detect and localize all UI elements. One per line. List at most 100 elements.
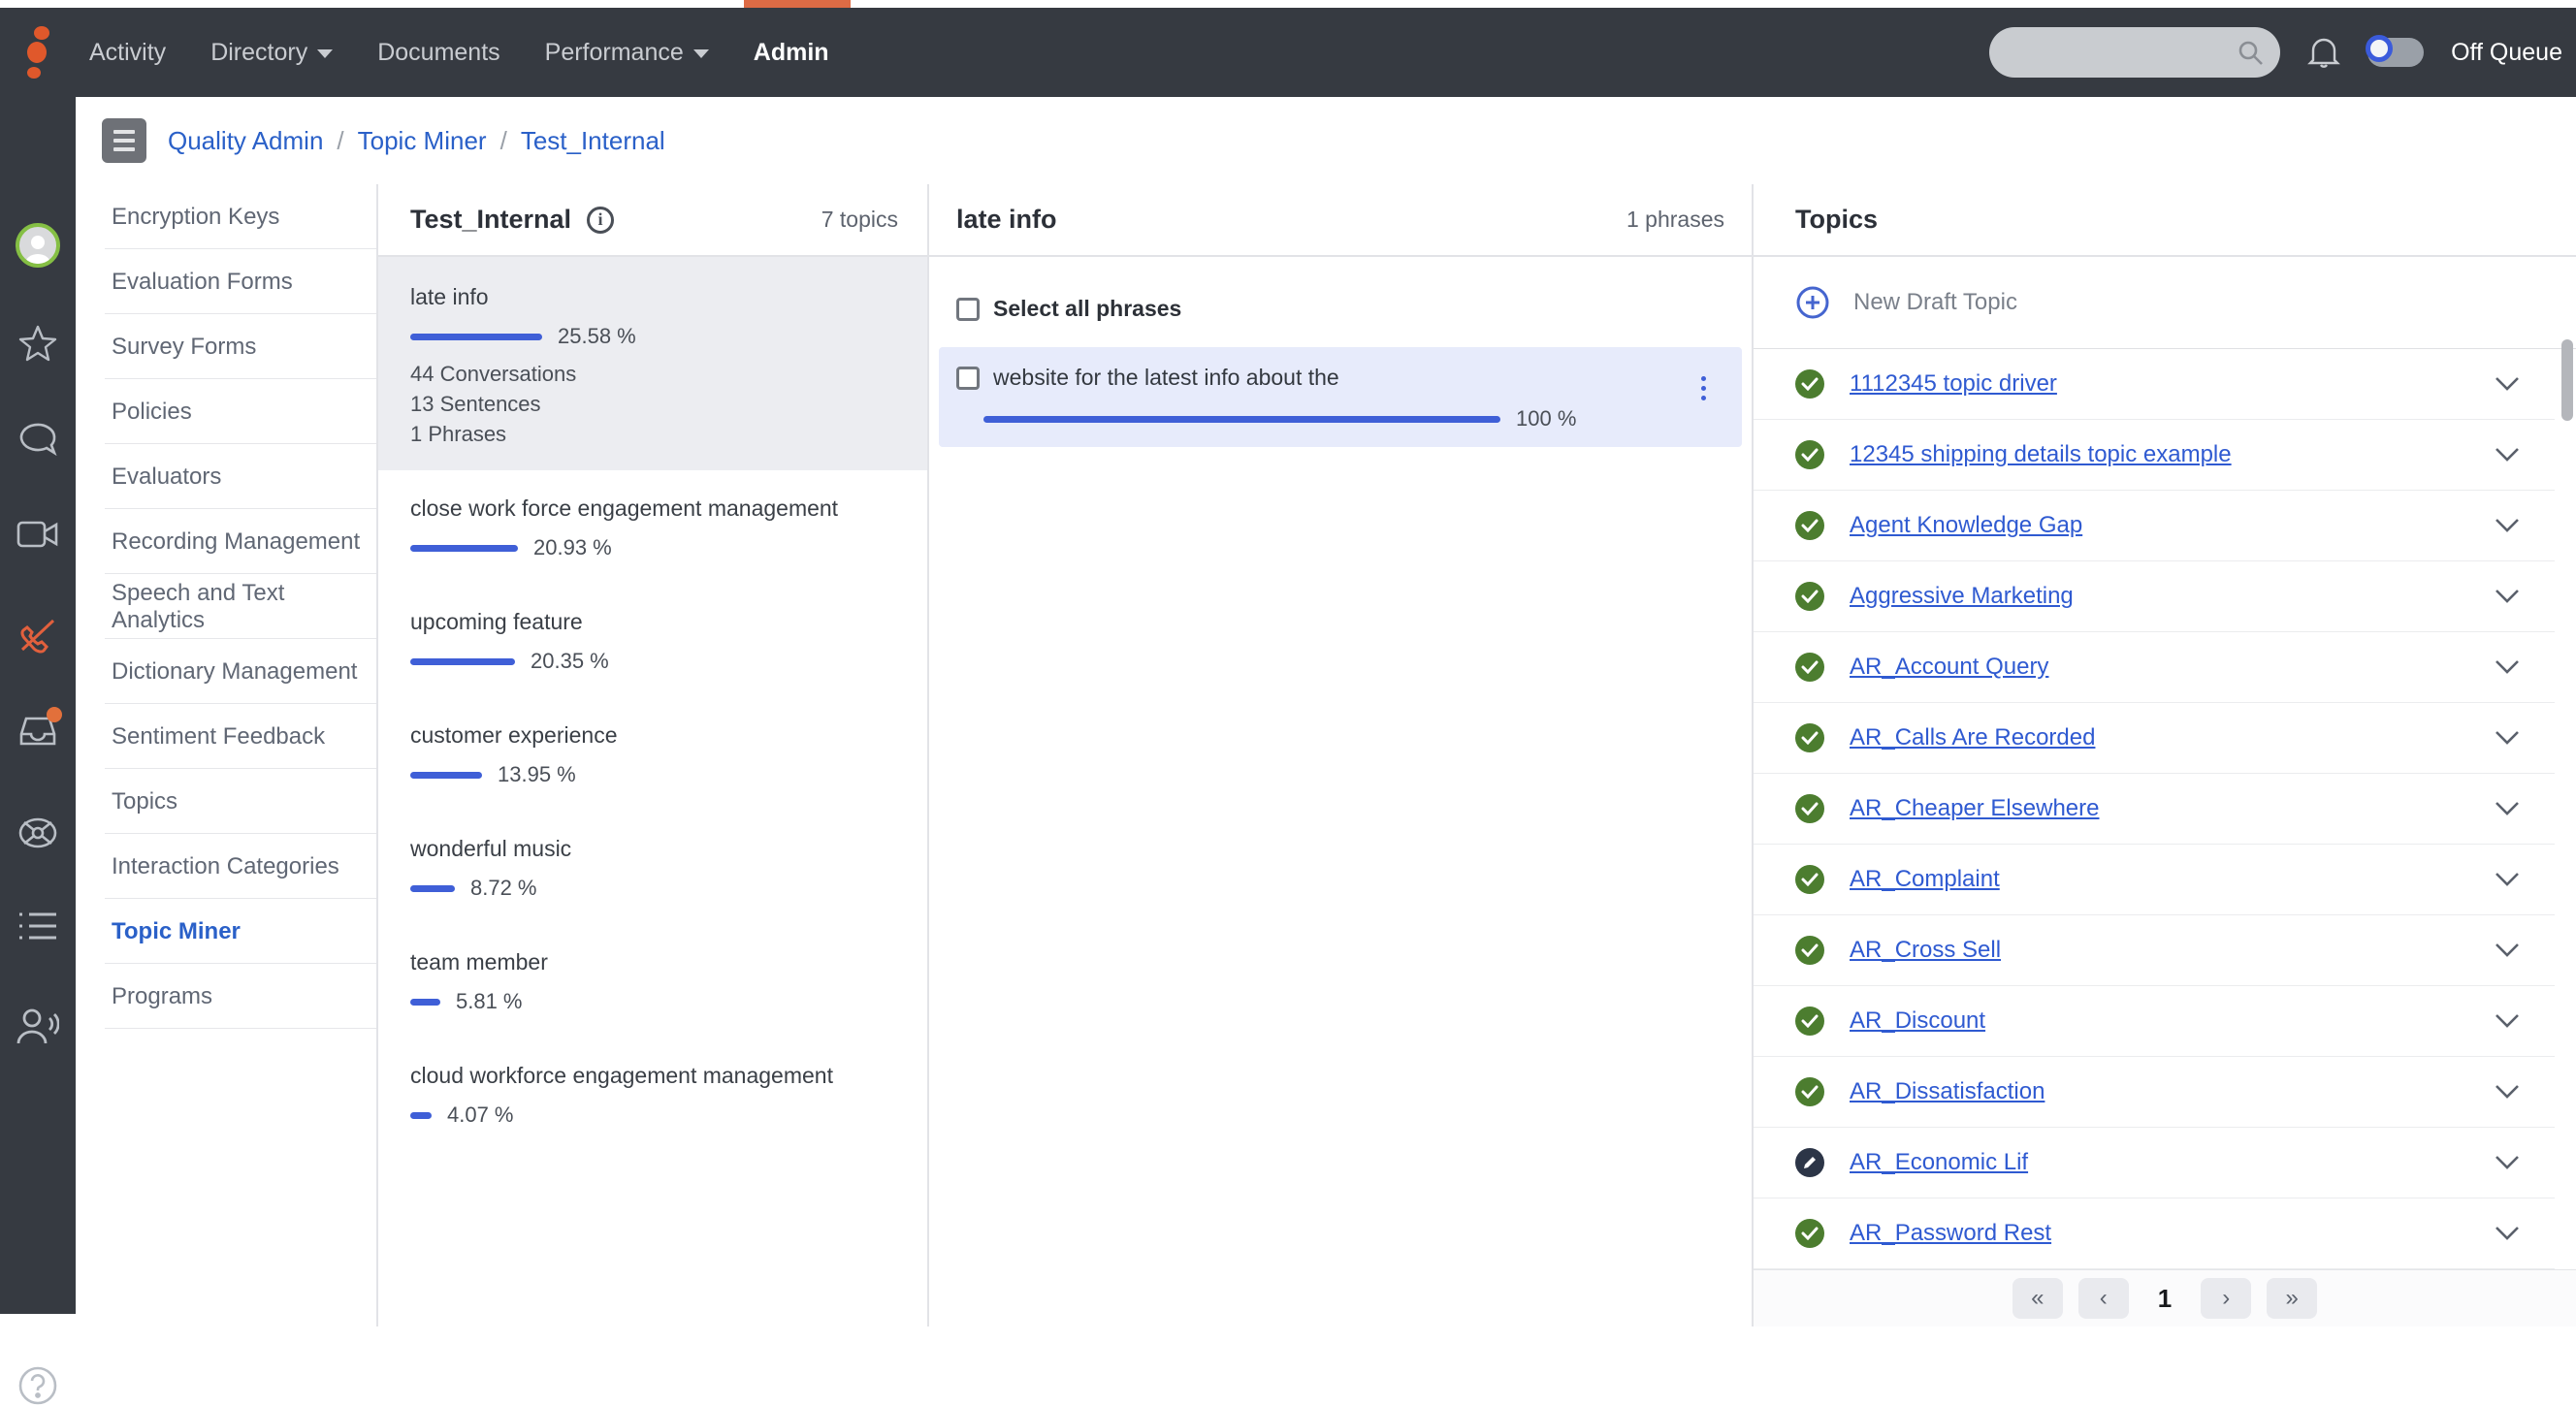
video-icon[interactable] bbox=[0, 519, 76, 550]
chevron-down-icon[interactable] bbox=[2495, 589, 2520, 604]
phrase-checkbox[interactable] bbox=[956, 367, 980, 390]
phrases-panel: late info 1 phrases Select all phrases w… bbox=[929, 184, 1752, 1326]
nav-item[interactable]: Admin bbox=[754, 39, 829, 67]
topic-row[interactable]: AR_Cheaper Elsewhere bbox=[1754, 774, 2555, 845]
admin-menu-item[interactable]: Recording Management bbox=[76, 509, 376, 574]
mined-topic-item[interactable]: customer experience 13.95 % bbox=[378, 697, 927, 811]
topic-link[interactable]: AR_Discount bbox=[1850, 1007, 1985, 1035]
support-ring-icon[interactable] bbox=[0, 813, 76, 853]
menu-toggle-button[interactable] bbox=[102, 118, 146, 163]
topic-row[interactable]: AR_Cross Sell bbox=[1754, 915, 2555, 986]
admin-menu-item[interactable]: Evaluators bbox=[76, 444, 376, 509]
topic-row[interactable]: AR_Economic Lif bbox=[1754, 1128, 2555, 1198]
phrase-list: website for the latest info about the 10… bbox=[929, 347, 1752, 447]
admin-menu-item[interactable]: Topic Miner bbox=[76, 899, 376, 964]
topic-link[interactable]: AR_Password Rest bbox=[1850, 1220, 2051, 1247]
pagination-prev-button[interactable]: ‹ bbox=[2078, 1278, 2129, 1319]
chevron-down-icon[interactable] bbox=[2495, 1084, 2520, 1100]
chat-icon[interactable] bbox=[0, 422, 76, 459]
topic-row[interactable]: 12345 shipping details topic example bbox=[1754, 420, 2555, 491]
topic-link[interactable]: AR_Economic Lif bbox=[1850, 1149, 2028, 1176]
mined-topic-item[interactable]: close work force engagement management 2… bbox=[378, 470, 927, 584]
chevron-down-icon[interactable] bbox=[2495, 518, 2520, 533]
chevron-down-icon[interactable] bbox=[2495, 872, 2520, 887]
pagination-next-button[interactable]: › bbox=[2201, 1278, 2251, 1319]
topic-link[interactable]: 12345 shipping details topic example bbox=[1850, 441, 2232, 468]
queues-list-icon[interactable] bbox=[0, 910, 76, 943]
nav-item[interactable]: Directory bbox=[210, 39, 333, 67]
user-presence-avatar[interactable] bbox=[0, 223, 76, 268]
topic-link[interactable]: Agent Knowledge Gap bbox=[1850, 512, 2082, 539]
topic-link[interactable]: AR_Account Query bbox=[1850, 654, 2048, 681]
chevron-down-icon[interactable] bbox=[2495, 1013, 2520, 1029]
phrases-count: 1 Phrases bbox=[410, 419, 898, 449]
topic-row[interactable]: AR_Password Rest bbox=[1754, 1198, 2555, 1269]
topic-link[interactable]: 1112345 topic driver bbox=[1850, 370, 2057, 398]
admin-menu-item[interactable]: Topics bbox=[76, 769, 376, 834]
admin-menu-item[interactable]: Dictionary Management bbox=[76, 639, 376, 704]
admin-menu-item[interactable]: Encryption Keys bbox=[76, 184, 376, 249]
chevron-down-icon[interactable] bbox=[2495, 376, 2520, 392]
global-search-input[interactable] bbox=[2005, 39, 2236, 66]
help-icon[interactable] bbox=[0, 1365, 76, 1406]
mined-topic-name: close work force engagement management bbox=[410, 495, 898, 522]
admin-menu-item[interactable]: Programs bbox=[76, 964, 376, 1029]
chevron-down-icon[interactable] bbox=[2495, 1226, 2520, 1241]
admin-menu-item[interactable]: Evaluation Forms bbox=[76, 249, 376, 314]
topic-link[interactable]: Aggressive Marketing bbox=[1850, 583, 2074, 610]
chevron-down-icon[interactable] bbox=[2495, 801, 2520, 816]
mined-topic-bar-row: 5.81 % bbox=[410, 989, 898, 1014]
pagination-last-button[interactable]: » bbox=[2267, 1278, 2317, 1319]
info-icon[interactable]: i bbox=[587, 207, 614, 234]
chevron-down-icon[interactable] bbox=[2495, 659, 2520, 675]
topic-link[interactable]: AR_Complaint bbox=[1850, 866, 2000, 893]
breadcrumb-link[interactable]: Test_Internal bbox=[521, 126, 665, 156]
vertical-scrollbar-thumb[interactable] bbox=[2561, 339, 2573, 421]
admin-menu-item[interactable]: Speech and Text Analytics bbox=[76, 574, 376, 639]
topic-link[interactable]: AR_Cheaper Elsewhere bbox=[1850, 795, 2099, 822]
nav-item[interactable]: Documents bbox=[377, 39, 499, 67]
breadcrumb-link[interactable]: Quality Admin bbox=[168, 126, 323, 156]
topic-row[interactable]: AR_Complaint bbox=[1754, 845, 2555, 915]
agent-speaking-icon[interactable] bbox=[0, 1007, 76, 1045]
select-all-checkbox[interactable] bbox=[956, 298, 980, 321]
admin-menu-item[interactable]: Sentiment Feedback bbox=[76, 704, 376, 769]
admin-menu-item[interactable]: Interaction Categories bbox=[76, 834, 376, 899]
topic-row[interactable]: AR_Calls Are Recorded bbox=[1754, 703, 2555, 774]
inbox-notification-icon[interactable] bbox=[0, 713, 76, 748]
mined-topic-item[interactable]: wonderful music 8.72 % bbox=[378, 811, 927, 924]
queue-status-toggle[interactable] bbox=[2367, 38, 2424, 67]
chevron-down-icon[interactable] bbox=[2495, 943, 2520, 958]
mined-topic-item[interactable]: upcoming feature 20.35 % bbox=[378, 584, 927, 697]
global-search[interactable] bbox=[1989, 27, 2280, 78]
topic-row[interactable]: AR_Dissatisfaction bbox=[1754, 1057, 2555, 1128]
chevron-down-icon[interactable] bbox=[2495, 730, 2520, 746]
phrase-row[interactable]: website for the latest info about the 10… bbox=[939, 347, 1742, 447]
nav-item[interactable]: Activity bbox=[89, 39, 166, 67]
new-draft-topic-button[interactable]: New Draft Topic bbox=[1754, 257, 2576, 349]
chevron-down-icon[interactable] bbox=[2495, 447, 2520, 463]
admin-menu-item[interactable]: Survey Forms bbox=[76, 314, 376, 379]
mined-panel-header: Test_Internal i 7 topics bbox=[378, 184, 927, 257]
topic-row[interactable]: AR_Account Query bbox=[1754, 632, 2555, 703]
mined-topic-item[interactable]: cloud workforce engagement management 4.… bbox=[378, 1038, 927, 1151]
genesys-logo-icon[interactable] bbox=[0, 8, 76, 97]
kebab-menu-icon[interactable] bbox=[1684, 365, 1723, 400]
mined-topic-item[interactable]: late info 25.58 % 44 Conversations 13 Se… bbox=[378, 257, 927, 470]
topic-row[interactable]: Aggressive Marketing bbox=[1754, 561, 2555, 632]
pagination-first-button[interactable]: « bbox=[2012, 1278, 2063, 1319]
phone-disabled-icon[interactable] bbox=[0, 616, 76, 655]
nav-item[interactable]: Performance bbox=[545, 39, 709, 67]
favorites-star-icon[interactable] bbox=[0, 325, 76, 362]
mined-topic-item[interactable]: team member 5.81 % bbox=[378, 924, 927, 1038]
topic-row[interactable]: 1112345 topic driver bbox=[1754, 349, 2555, 420]
topic-link[interactable]: AR_Cross Sell bbox=[1850, 937, 2001, 964]
topic-link[interactable]: AR_Calls Are Recorded bbox=[1850, 724, 2095, 751]
topic-link[interactable]: AR_Dissatisfaction bbox=[1850, 1078, 2045, 1105]
admin-menu-item[interactable]: Policies bbox=[76, 379, 376, 444]
notifications-bell-icon[interactable] bbox=[2307, 35, 2340, 70]
topic-row[interactable]: AR_Discount bbox=[1754, 986, 2555, 1057]
chevron-down-icon[interactable] bbox=[2495, 1155, 2520, 1170]
breadcrumb-link[interactable]: Topic Miner bbox=[358, 126, 487, 156]
topic-row[interactable]: Agent Knowledge Gap bbox=[1754, 491, 2555, 561]
